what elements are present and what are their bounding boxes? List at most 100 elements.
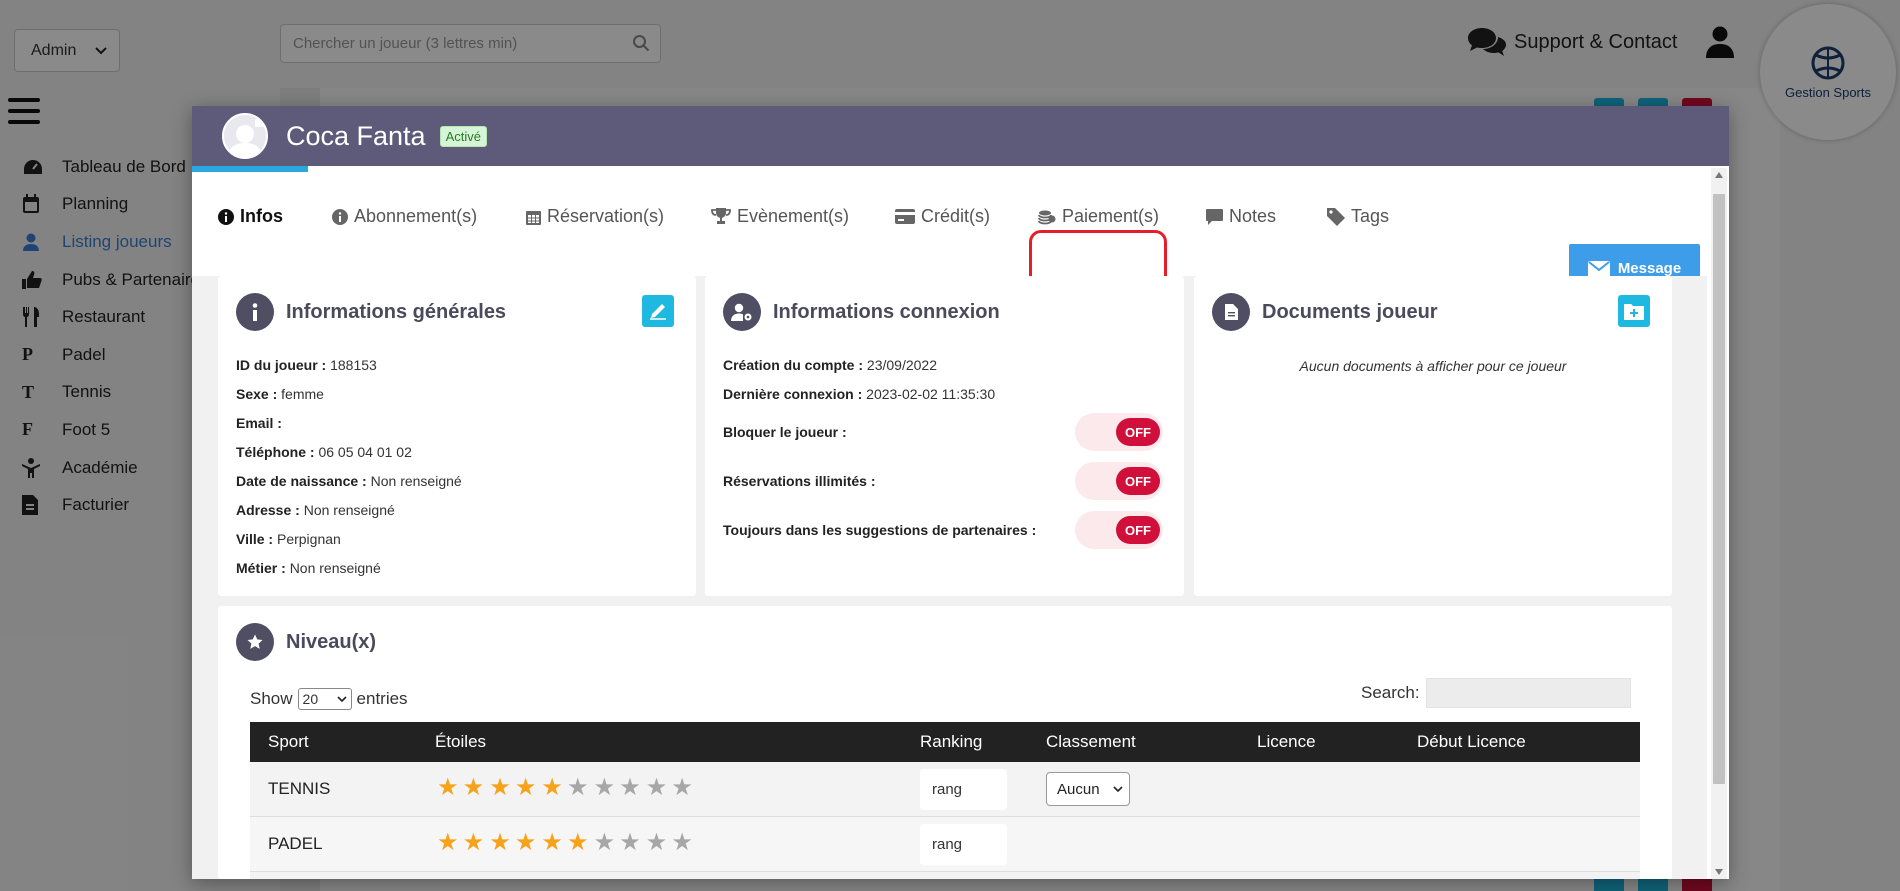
pencil-icon (650, 304, 666, 320)
star-icon[interactable]: ★ (461, 831, 487, 855)
player-modal: Coca Fanta Activé Infos Abonnement(s) Ré… (192, 106, 1729, 879)
card-title: Niveau(x) (236, 623, 376, 661)
tab-label: Infos (240, 206, 283, 226)
star-icon[interactable]: ★ (644, 776, 670, 800)
column-header-etoiles[interactable]: Étoiles (435, 732, 486, 752)
tab-credits[interactable]: Crédit(s) (895, 206, 990, 227)
tab-abonnements[interactable]: Abonnement(s) (332, 206, 477, 227)
star-rating[interactable]: ★ ★ ★ ★ ★ ★ ★ ★ ★ ★ (435, 831, 696, 855)
info-circle-icon (218, 208, 234, 225)
tab-paiements[interactable]: Paiement(s) (1038, 206, 1159, 227)
document-icon (1212, 293, 1250, 331)
status-badge: Activé (439, 125, 487, 147)
entries-label: entries (356, 689, 408, 708)
partner-suggestions-toggle[interactable]: OFF (1075, 511, 1163, 549)
star-icon[interactable]: ★ (617, 776, 643, 800)
info-row-date-naissance: Date de naissance : Non renseigné (236, 473, 462, 489)
toggle-row-reservations: Réservations illimités : OFF (723, 462, 1183, 500)
tab-tags[interactable]: Tags (1327, 206, 1389, 227)
info-row-creation: Création du compte : 23/09/2022 (723, 357, 937, 373)
star-icon[interactable]: ★ (592, 831, 618, 855)
message-label: Message (1617, 260, 1682, 277)
comment-icon (1206, 208, 1223, 225)
chevron-down-icon (1113, 786, 1123, 792)
star-icon[interactable]: ★ (669, 831, 695, 855)
modal-header: Coca Fanta Activé (192, 106, 1729, 172)
trophy-icon (711, 208, 731, 225)
star-icon[interactable]: ★ (644, 831, 670, 855)
tab-notes[interactable]: Notes (1206, 206, 1276, 227)
classement-value: Aucun (1057, 780, 1100, 798)
user-gear-icon (723, 293, 761, 331)
star-icon[interactable]: ★ (617, 831, 643, 855)
tab-label: Notes (1229, 206, 1277, 226)
info-row-telephone: Téléphone : 06 05 04 01 02 (236, 444, 412, 460)
star-icon[interactable]: ★ (487, 776, 513, 800)
column-header-ranking[interactable]: Ranking (920, 732, 982, 752)
star-icon[interactable]: ★ (461, 776, 487, 800)
star-icon[interactable]: ★ (565, 776, 591, 800)
card-title: Informations générales (236, 293, 506, 331)
info-row-ville: Ville : Perpignan (236, 531, 341, 547)
documents-empty-text: Aucun documents à afficher pour ce joueu… (1299, 358, 1567, 374)
table-row: PADEL ★ ★ ★ ★ ★ ★ ★ ★ ★ ★ rang (250, 817, 1640, 872)
tab-label: Crédit(s) (921, 206, 991, 226)
tab-label: Réservation(s) (547, 206, 665, 226)
connection-info-card: Informations connexion Création du compt… (705, 276, 1184, 596)
ranking-input[interactable]: rang (920, 824, 1007, 865)
star-icon[interactable]: ★ (539, 776, 565, 800)
toggle-row-suggestions: Toujours dans les suggestions de partena… (723, 511, 1183, 549)
star-icon[interactable]: ★ (565, 831, 591, 855)
general-info-title: Informations générales (286, 300, 507, 323)
add-document-button[interactable] (1618, 295, 1650, 327)
toggle-row-bloquer: Bloquer le joueur : OFF (723, 413, 1183, 451)
credit-card-icon (895, 209, 915, 224)
modal-scrollbar[interactable] (1711, 168, 1727, 879)
column-header-classement[interactable]: Classement (1046, 732, 1136, 752)
star-icon[interactable]: ★ (513, 831, 539, 855)
connection-info-list: Création du compte : 23/09/2022 Dernière… (723, 351, 995, 409)
star-icon[interactable]: ★ (669, 776, 695, 800)
star-rating[interactable]: ★ ★ ★ ★ ★ ★ ★ ★ ★ ★ (435, 776, 696, 800)
column-header-debut-licence[interactable]: Début Licence (1417, 732, 1526, 752)
tag-icon (1327, 207, 1345, 226)
connection-info-title: Informations connexion (773, 300, 1000, 323)
classement-select[interactable]: Aucun (1046, 772, 1130, 806)
chevron-down-icon (336, 696, 347, 702)
column-header-sport[interactable]: Sport (268, 732, 309, 752)
scrollbar-thumb[interactable] (1713, 194, 1725, 784)
unlimited-reservations-toggle[interactable]: OFF (1075, 462, 1163, 500)
column-header-licence[interactable]: Licence (1257, 732, 1316, 752)
sport-cell: TENNIS (268, 779, 331, 798)
star-icon[interactable]: ★ (539, 831, 565, 855)
info-row-metier: Métier : Non renseigné (236, 560, 381, 576)
table-search-input[interactable] (1425, 678, 1631, 708)
envelope-icon (1587, 260, 1610, 277)
info-icon (236, 293, 274, 331)
toggle-state: OFF (1116, 516, 1160, 544)
documents-card: Documents joueur Aucun documents à affic… (1194, 276, 1672, 596)
star-icon[interactable]: ★ (487, 831, 513, 855)
star-icon[interactable]: ★ (435, 776, 461, 800)
table-search: Search: (1361, 678, 1631, 708)
table-row (250, 872, 1640, 879)
edit-button[interactable] (642, 295, 674, 327)
ranking-input[interactable]: rang (920, 769, 1007, 810)
star-icon[interactable]: ★ (435, 831, 461, 855)
toggle-state: OFF (1116, 467, 1160, 495)
table-header: Sport Étoiles Ranking Classement Licence… (250, 722, 1640, 762)
modal-tabs: Infos Abonnement(s) Réservation(s) Evène… (192, 166, 1705, 314)
scroll-down-arrow-icon[interactable] (1715, 869, 1723, 875)
block-player-toggle[interactable]: OFF (1075, 413, 1163, 451)
calendar-icon (526, 209, 541, 225)
sport-cell: PADEL (268, 834, 323, 853)
tab-evenements[interactable]: Evènement(s) (711, 206, 849, 227)
scroll-up-arrow-icon[interactable] (1715, 172, 1723, 178)
star-icon[interactable]: ★ (592, 776, 618, 800)
star-icon[interactable]: ★ (513, 776, 539, 800)
tab-infos[interactable]: Infos (218, 206, 283, 227)
card-title: Informations connexion (723, 293, 1000, 331)
toggle-label: Bloquer le joueur : (723, 424, 847, 440)
entries-select[interactable]: 20 (297, 688, 352, 710)
tab-reservations[interactable]: Réservation(s) (526, 206, 664, 227)
